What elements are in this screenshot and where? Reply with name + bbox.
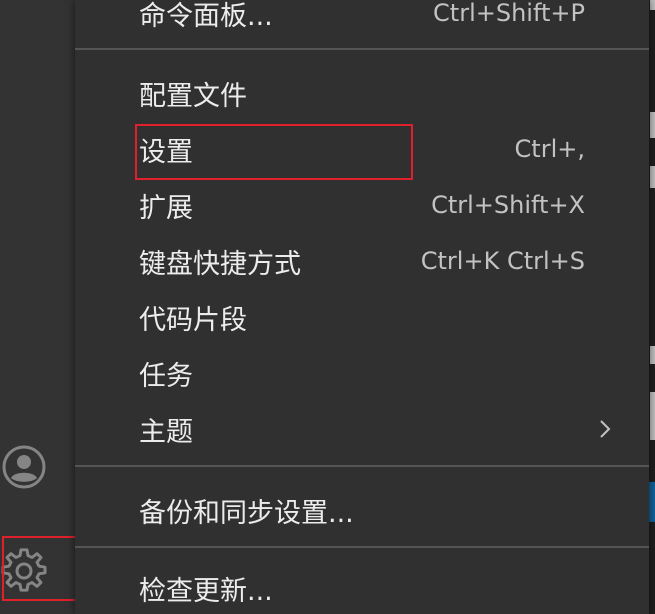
menu-item-label: 检查更新... <box>139 575 273 607</box>
menu-item-snippets[interactable]: 代码片段 <box>75 295 649 339</box>
menu-item-label: 配置文件 <box>139 80 247 112</box>
editor-edge <box>649 0 655 614</box>
menu-item-shortcut: Ctrl+Shift+P <box>433 0 585 27</box>
chevron-right-icon <box>600 420 611 438</box>
editor-glyph <box>650 392 655 440</box>
menu-item-label: 键盘快捷方式 <box>139 248 301 280</box>
menu-item-command-palette[interactable]: 命令面板... Ctrl+Shift+P <box>75 0 649 35</box>
manage-menu: 命令面板... Ctrl+Shift+P 配置文件 设置 Ctrl+, 扩展 C… <box>75 0 649 614</box>
menu-item-tasks[interactable]: 任务 <box>75 351 649 395</box>
editor-glyph <box>650 112 655 138</box>
menu-item-settings-sync[interactable]: 备份和同步设置... <box>75 488 649 532</box>
menu-item-label: 命令面板... <box>139 0 273 32</box>
menu-item-themes[interactable]: 主题 <box>75 407 649 451</box>
menu-item-settings[interactable]: 设置 Ctrl+, <box>75 127 649 171</box>
menu-item-shortcut: Ctrl+, <box>514 135 585 163</box>
editor-glyph <box>650 166 655 188</box>
editor-glyph <box>650 346 655 364</box>
menu-item-label: 备份和同步设置... <box>139 497 354 529</box>
menu-item-label: 设置 <box>139 136 193 168</box>
menu-item-keyboard-shortcuts[interactable]: 键盘快捷方式 Ctrl+K Ctrl+S <box>75 239 649 283</box>
menu-item-extensions[interactable]: 扩展 Ctrl+Shift+X <box>75 183 649 227</box>
menu-item-label: 主题 <box>139 416 193 448</box>
menu-item-profiles[interactable]: 配置文件 <box>75 71 649 115</box>
account-icon[interactable] <box>0 443 48 491</box>
menu-separator <box>75 546 649 548</box>
menu-item-label: 代码片段 <box>139 304 247 336</box>
menu-item-shortcut: Ctrl+K Ctrl+S <box>420 247 585 275</box>
menu-separator <box>75 48 649 50</box>
editor-button-edge <box>649 482 655 522</box>
menu-item-label: 任务 <box>139 360 193 392</box>
activity-bar <box>0 0 78 614</box>
menu-separator <box>75 465 649 467</box>
editor-glyph <box>650 0 655 10</box>
menu-item-label: 扩展 <box>139 192 193 224</box>
menu-item-check-updates[interactable]: 检查更新... <box>75 566 649 610</box>
gear-icon[interactable] <box>0 547 48 595</box>
menu-item-shortcut: Ctrl+Shift+X <box>431 191 585 219</box>
